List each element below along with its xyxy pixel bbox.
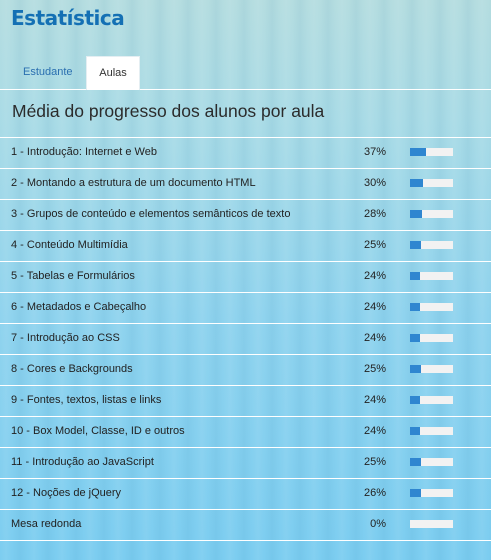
- progress-bar: [410, 148, 453, 156]
- progress-bar: [410, 241, 453, 249]
- lesson-percent: 24%: [363, 270, 386, 282]
- lesson-percent: 25%: [363, 363, 386, 375]
- lesson-name: 3 - Grupos de conteúdo e elementos semân…: [11, 208, 291, 220]
- progress-bar-fill: [410, 365, 421, 373]
- lesson-percent: 37%: [363, 146, 386, 158]
- progress-bar: [410, 272, 453, 280]
- lesson-percent: 30%: [363, 177, 386, 189]
- progress-bar: [410, 458, 453, 466]
- lesson-percent: 24%: [363, 394, 386, 406]
- lesson-name: 5 - Tabelas e Formulários: [11, 270, 135, 282]
- lesson-percent: 28%: [363, 208, 386, 220]
- progress-bar-fill: [410, 210, 423, 218]
- progress-bar: [410, 489, 453, 497]
- lesson-name: 1 - Introdução: Internet e Web: [11, 146, 157, 158]
- lesson-percent: 26%: [363, 487, 386, 499]
- lesson-row: 2 - Montando a estrutura de um documento…: [0, 169, 491, 200]
- progress-bar: [410, 179, 453, 187]
- progress-bar: [410, 334, 453, 342]
- lesson-percent: 0%: [370, 518, 386, 530]
- lesson-row: Mesa redonda 0%: [0, 510, 491, 541]
- progress-bar-fill: [410, 179, 423, 187]
- lesson-percent: 24%: [363, 425, 386, 437]
- page-title: Estatística: [11, 6, 125, 30]
- progress-bar-fill: [410, 334, 421, 342]
- lesson-row: 10 - Box Model, Classe, ID e outros 24%: [0, 417, 491, 448]
- progress-bar-fill: [410, 241, 421, 249]
- tab-estudante[interactable]: Estudante: [12, 56, 84, 88]
- lesson-name: 9 - Fontes, textos, listas e links: [11, 394, 162, 406]
- lesson-name: 11 - Introdução ao JavaScript: [11, 456, 154, 468]
- lesson-name: 7 - Introdução ao CSS: [11, 332, 120, 344]
- lesson-row: 1 - Introdução: Internet e Web 37%: [0, 138, 491, 169]
- tab-bar: Estudante Aulas: [0, 56, 491, 90]
- lesson-name: 8 - Cores e Backgrounds: [11, 363, 133, 375]
- lesson-name: 12 - Noções de jQuery: [11, 487, 122, 499]
- progress-bar-fill: [410, 303, 421, 311]
- lesson-row: 5 - Tabelas e Formulários 24%: [0, 262, 491, 293]
- lesson-row: 9 - Fontes, textos, listas e links 24%: [0, 386, 491, 417]
- progress-bar-fill: [410, 489, 422, 497]
- progress-bar-fill: [410, 272, 421, 280]
- lesson-percent: 25%: [363, 456, 386, 468]
- lesson-percent: 24%: [363, 301, 386, 313]
- lesson-row: 7 - Introdução ao CSS 24%: [0, 324, 491, 355]
- lesson-name: 10 - Box Model, Classe, ID e outros: [11, 425, 185, 437]
- lesson-name: 4 - Conteúdo Multimídia: [11, 239, 128, 251]
- progress-bar: [410, 396, 453, 404]
- progress-bar: [410, 427, 453, 435]
- lesson-row: 12 - Noções de jQuery 26%: [0, 479, 491, 510]
- lesson-percent: 25%: [363, 239, 386, 251]
- progress-bar: [410, 520, 453, 528]
- lesson-row: 6 - Metadados e Cabeçalho 24%: [0, 293, 491, 324]
- lesson-row: 4 - Conteúdo Multimídia 25%: [0, 231, 491, 262]
- progress-bar-fill: [410, 148, 426, 156]
- progress-bar-fill: [410, 458, 421, 466]
- progress-bar: [410, 210, 453, 218]
- lesson-row: 11 - Introdução ao JavaScript 25%: [0, 448, 491, 479]
- lesson-percent: 24%: [363, 332, 386, 344]
- progress-bar: [410, 365, 453, 373]
- lesson-row: 8 - Cores e Backgrounds 25%: [0, 355, 491, 386]
- progress-bar-fill: [410, 396, 421, 404]
- progress-bar: [410, 303, 453, 311]
- lesson-name: 2 - Montando a estrutura de um documento…: [11, 177, 256, 189]
- lesson-name: Mesa redonda: [11, 518, 82, 530]
- progress-bar-fill: [410, 427, 421, 435]
- tab-aulas[interactable]: Aulas: [86, 56, 140, 90]
- lesson-row: 3 - Grupos de conteúdo e elementos semân…: [0, 200, 491, 231]
- lesson-name: 6 - Metadados e Cabeçalho: [11, 301, 147, 313]
- section-title: Média do progresso dos alunos por aula: [12, 101, 325, 121]
- lesson-progress-list: 1 - Introdução: Internet e Web 37% 2 - M…: [0, 138, 491, 541]
